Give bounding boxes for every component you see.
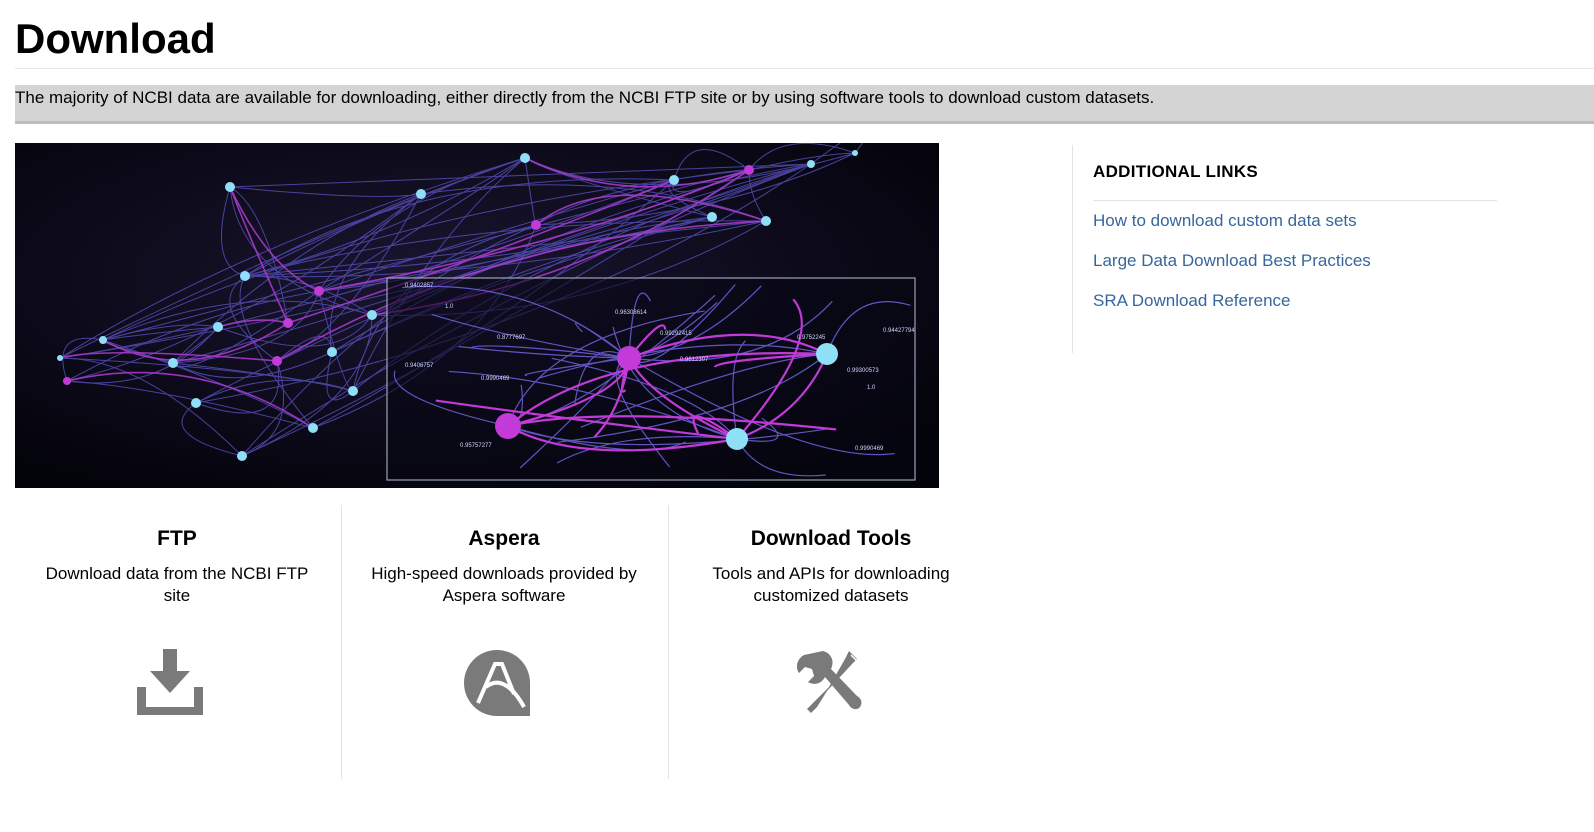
card-download-tools-title[interactable]: Download Tools: [666, 527, 996, 551]
intro-banner: The majority of NCBI data are available …: [15, 85, 1594, 124]
download-page: Download The majority of NCBI data are a…: [0, 0, 1594, 832]
title-divider: [15, 68, 1594, 69]
inset-edge-weight-label: 0.9752245: [797, 335, 826, 341]
link-custom-data-sets[interactable]: How to download custom data sets: [1093, 211, 1357, 231]
card-aspera-title[interactable]: Aspera: [339, 527, 669, 551]
inset-edge-weight-label: 0.9612307: [680, 357, 709, 363]
card-aspera[interactable]: Aspera High-speed downloads provided by …: [339, 505, 669, 779]
download-icon[interactable]: [137, 647, 217, 721]
inset-edge-weight-label: 0.99300573: [847, 368, 879, 374]
intro-text: The majority of NCBI data are available …: [15, 88, 1155, 107]
inset-edge-weight-label: 0.9406757: [405, 363, 434, 369]
inset-edge-weight-label: 0.94427794: [883, 328, 915, 334]
additional-links-divider: [1093, 200, 1497, 201]
inset-edge-weight-label: 0.96308614: [615, 310, 647, 316]
additional-links-heading: ADDITIONAL LINKS: [1093, 162, 1259, 181]
card-aspera-description: High-speed downloads provided by Aspera …: [371, 564, 637, 605]
tools-icon[interactable]: [791, 647, 871, 721]
additional-links-panel: ADDITIONAL LINKS How to download custom …: [1072, 145, 1523, 353]
card-download-tools[interactable]: Download Tools Tools and APIs for downlo…: [666, 505, 996, 779]
network-graph-illustration: 0.9402857 1.0 0.8777697 0.9406757 0.9990469 0…: [15, 143, 939, 488]
inset-edge-weight-label: 0.99292415: [660, 331, 692, 337]
card-ftp-title[interactable]: FTP: [12, 527, 342, 551]
inset-edge-weight-label: 0.9402857: [405, 283, 434, 289]
inset-edge-weight-label: 0.8777697: [497, 335, 526, 341]
inset-edge-weight-label: 1.0: [445, 304, 454, 310]
aspera-icon[interactable]: [464, 647, 544, 721]
page-title: Download: [15, 15, 216, 62]
inset-edge-weight-label: 1.0: [867, 385, 876, 391]
card-ftp[interactable]: FTP Download data from the NCBI FTP site: [12, 505, 342, 779]
card-download-tools-description: Tools and APIs for downloading customize…: [712, 564, 950, 605]
inset-edge-weight-label: 0.95757277: [460, 443, 492, 449]
link-sra-download-reference[interactable]: SRA Download Reference: [1093, 291, 1291, 311]
inset-edge-weight-label: 0.9990469: [855, 446, 884, 452]
hero-network-image: 0.9402857 1.0 0.8777697 0.9406757 0.9990469 0…: [15, 143, 939, 488]
card-ftp-description: Download data from the NCBI FTP site: [45, 564, 309, 605]
inset-edge-weight-label: 0.9990469: [481, 376, 510, 382]
link-large-data-best-practices[interactable]: Large Data Download Best Practices: [1093, 251, 1371, 271]
